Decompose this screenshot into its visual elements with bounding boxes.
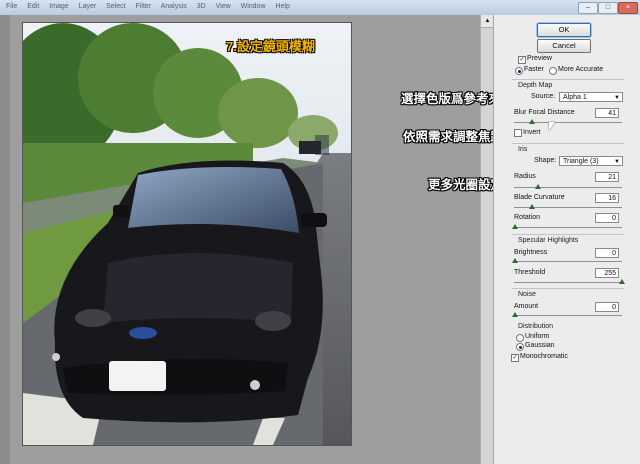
separator	[512, 234, 624, 235]
source-select[interactable]: Alpha 1 ▼	[559, 92, 623, 102]
threshold-label: Threshold	[514, 269, 546, 276]
menu-item-select[interactable]: Select	[106, 3, 125, 10]
uniform-label: Uniform	[525, 333, 550, 340]
shape-select[interactable]: Triangle (3) ▼	[559, 156, 623, 166]
menu-item-view[interactable]: View	[216, 3, 231, 10]
preview-label: Preview	[527, 55, 552, 62]
radius-slider-thumb[interactable]	[535, 184, 541, 189]
menu-item-layer[interactable]: Layer	[79, 3, 97, 10]
blur-focal-slider-thumb[interactable]	[529, 119, 535, 124]
ok-button[interactable]: OK	[537, 23, 591, 37]
noise-group-label: Noise	[518, 291, 536, 298]
gaussian-radio[interactable]	[516, 343, 524, 351]
mouse-pointer-icon	[549, 122, 555, 131]
blur-focal-label: Blur Focal Distance	[514, 109, 575, 116]
brightness-field[interactable]: 0	[595, 248, 619, 258]
specular-group-label: Specular Highlights	[518, 237, 579, 244]
preview-image[interactable]: 7.設定鏡頭模糊	[22, 22, 352, 446]
brightness-label: Brightness	[514, 249, 548, 256]
more-accurate-label: More Accurate	[558, 66, 604, 73]
gaussian-label: Gaussian	[525, 342, 555, 349]
close-window-button[interactable]: ×	[618, 2, 638, 14]
amount-slider[interactable]	[514, 315, 622, 316]
iris-group-label: Iris	[518, 146, 528, 153]
threshold-slider[interactable]	[514, 282, 622, 283]
radius-label: Radius	[514, 173, 536, 180]
blade-curvature-label: Blade Curvature	[514, 194, 565, 201]
more-accurate-radio[interactable]	[549, 67, 557, 75]
car-photo	[23, 23, 351, 445]
brightness-slider[interactable]	[514, 261, 622, 262]
menu-item-3d[interactable]: 3D	[197, 3, 206, 10]
invert-checkbox[interactable]	[514, 129, 522, 137]
menu-item-file[interactable]: File	[6, 3, 17, 10]
vertical-scrollbar[interactable]: ▲	[480, 15, 494, 464]
faster-radio[interactable]	[515, 67, 523, 75]
chevron-down-icon: ▼	[614, 95, 620, 101]
maximize-button[interactable]: □	[598, 2, 618, 14]
separator	[512, 79, 624, 80]
menu-bar: File Edit Image Layer Select Filter Anal…	[6, 3, 298, 10]
menu-item-window[interactable]: Window	[241, 3, 266, 10]
blade-curvature-slider-thumb[interactable]	[529, 204, 535, 209]
menu-item-analysis[interactable]: Analysis	[161, 3, 187, 10]
monochromatic-label: Monochromatic	[520, 353, 568, 360]
uniform-radio[interactable]	[516, 334, 524, 342]
source-select-value: Alpha 1	[563, 94, 587, 101]
preview-checkbox[interactable]: ✓	[518, 56, 526, 64]
minimize-button[interactable]: –	[578, 2, 598, 14]
menu-item-image[interactable]: Image	[49, 3, 68, 10]
menu-item-edit[interactable]: Edit	[27, 3, 39, 10]
lens-blur-panel: OK Cancel ✓ Preview Faster More Accurate…	[493, 15, 640, 464]
depth-map-group-label: Depth Map	[518, 82, 553, 89]
annotation-focal: 依照需求調整焦距	[403, 130, 504, 144]
blade-curvature-field[interactable]: 16	[595, 193, 619, 203]
separator	[512, 143, 624, 144]
blur-focal-field[interactable]: 41	[595, 108, 619, 118]
amount-field[interactable]: 0	[595, 302, 619, 312]
radius-slider[interactable]	[514, 187, 622, 188]
tool-strip	[0, 15, 10, 464]
faster-label: Faster	[524, 66, 544, 73]
rotation-slider[interactable]	[514, 227, 622, 228]
threshold-field[interactable]: 255	[595, 268, 619, 278]
step-title: 7.設定鏡頭模糊	[226, 39, 315, 54]
cancel-button[interactable]: Cancel	[537, 39, 591, 53]
monochromatic-checkbox[interactable]: ✓	[511, 354, 519, 362]
threshold-slider-thumb[interactable]	[619, 279, 625, 284]
rotation-label: Rotation	[514, 214, 541, 221]
shape-label: Shape:	[534, 157, 557, 164]
rotation-slider-thumb[interactable]	[512, 224, 518, 229]
shape-select-value: Triangle (3)	[563, 158, 599, 165]
app-title-bar: File Edit Image Layer Select Filter Anal…	[0, 0, 640, 16]
separator	[512, 288, 624, 289]
amount-label: Amount	[514, 303, 539, 310]
annotation-iris: 更多光圈設定	[428, 178, 504, 192]
distribution-label: Distribution	[518, 323, 554, 330]
source-label: Source:	[531, 93, 556, 100]
chevron-down-icon: ▼	[614, 159, 620, 165]
menu-item-filter[interactable]: Filter	[136, 3, 152, 10]
menu-item-help[interactable]: Help	[275, 3, 289, 10]
brightness-slider-thumb[interactable]	[512, 258, 518, 263]
invert-label: Invert	[523, 129, 541, 136]
amount-slider-thumb[interactable]	[512, 312, 518, 317]
rotation-field[interactable]: 0	[595, 213, 619, 223]
radius-field[interactable]: 21	[595, 172, 619, 182]
